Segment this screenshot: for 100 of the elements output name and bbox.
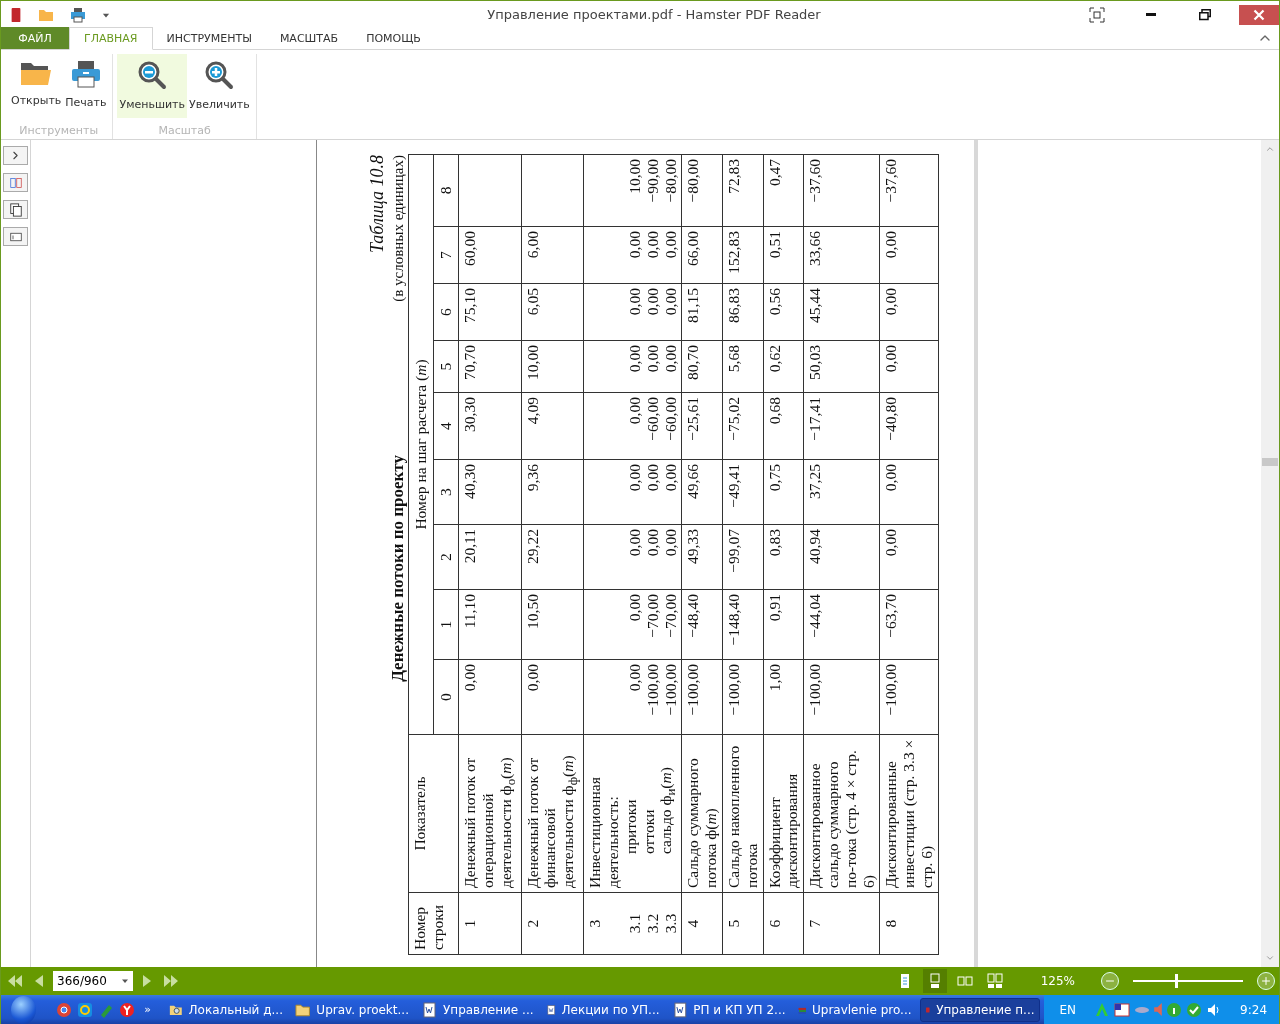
table-cell: −25,61: [681, 392, 723, 460]
close-button[interactable]: [1239, 4, 1279, 25]
more-button[interactable]: »: [144, 1003, 151, 1016]
expand-panel-button[interactable]: [3, 146, 28, 165]
ribbon-button[interactable]: Открыть: [9, 54, 64, 118]
pages-button[interactable]: [3, 200, 28, 219]
taskbar-button[interactable]: Uprav. proekt...: [290, 997, 413, 1022]
pages-icon: [7, 202, 24, 217]
ribbon-tab[interactable]: ИНСТРУМЕНТЫ: [152, 27, 266, 49]
column-header: 7: [433, 226, 459, 284]
group-label: Масштаб: [158, 124, 211, 137]
check-icon: [1186, 1001, 1203, 1018]
window-title: Управление проектами.pdf - Hamster PDF Reader: [486, 7, 822, 22]
table-cell: 0,00 0,00 0,00: [583, 226, 682, 284]
table-cell: −48,40: [681, 589, 723, 660]
table-cell: 37,25: [803, 459, 880, 525]
ribbon-button[interactable]: Уменьшить: [117, 54, 187, 118]
table-cell: 0,00: [880, 340, 939, 393]
ribbon-tab[interactable]: ГЛАВНАЯ: [69, 27, 153, 50]
column-header: Показатель: [408, 734, 459, 893]
two-page-continuous-icon: [986, 973, 1003, 989]
column-header: 0: [433, 659, 459, 735]
ribbon-tab[interactable]: МАСШТАБ: [265, 27, 353, 49]
table-cell: 10,50: [521, 589, 584, 660]
vertical-scrollbar[interactable]: [1261, 140, 1279, 967]
table-cell: 0,00 −70,00 −70,00: [583, 589, 682, 660]
thumbnails-button[interactable]: [3, 173, 28, 192]
table-cell: −49,41: [722, 459, 764, 525]
table-cell: 0,56: [763, 283, 804, 341]
table-cell: −17,41: [803, 392, 880, 460]
table-cell: 1: [458, 892, 522, 955]
table-cell: 45,44: [803, 283, 880, 341]
folder-icon: [20, 60, 53, 86]
file-menu-tab[interactable]: ФАЙЛ: [1, 27, 69, 49]
column-header: 3: [433, 459, 459, 525]
ribbon-tab[interactable]: ПОМОЩЬ: [352, 27, 435, 49]
minimize-icon: [1146, 13, 1156, 16]
table-cell: 0,68: [763, 392, 804, 460]
table-cell: 4,09: [521, 392, 584, 460]
table-cell: −44,04: [803, 589, 880, 660]
table-cell: 49,66: [681, 459, 723, 525]
scroll-down-icon[interactable]: [1265, 953, 1275, 963]
table-cell: 4: [681, 892, 723, 955]
table-cell: 0,00 0,00 0,00: [583, 340, 682, 393]
zoom-in-button[interactable]: [1257, 972, 1275, 990]
page-number-field[interactable]: 366/960: [53, 971, 133, 991]
table-cell: 40,94: [803, 524, 880, 590]
column-header: 6: [433, 283, 459, 341]
table-cell: 6,00: [521, 226, 584, 284]
flag-icon: [1114, 1001, 1131, 1018]
table-cell: 0,00: [880, 459, 939, 525]
table-cell: −80,00: [681, 154, 723, 227]
table-cell: 81,15: [681, 283, 723, 341]
scroll-up-icon[interactable]: [1265, 144, 1275, 154]
column-header: 8: [433, 154, 459, 227]
table-cell: 50,03: [803, 340, 880, 393]
restore-icon: [1199, 8, 1211, 21]
info-icon: [1166, 1001, 1183, 1018]
table-cell: 0,00: [880, 283, 939, 341]
column-header: 2: [433, 524, 459, 590]
table-cell: 0,00 0,00 0,00: [583, 459, 682, 525]
taskbar-button[interactable]: Upravlenie pro...: [793, 997, 916, 1022]
slider-thumb[interactable]: [1174, 974, 1178, 988]
column-header: Номер на шаг расчета (m): [408, 154, 434, 735]
column-header: 5: [433, 340, 459, 393]
table-cell: −100,00: [880, 659, 939, 735]
table-cell: −75,02: [722, 392, 764, 460]
table-cell: −63,70: [880, 589, 939, 660]
taskbar-button[interactable]: Управление п...: [919, 997, 1040, 1022]
ribbon-button[interactable]: Печать: [63, 54, 109, 118]
table-cell: 40,30: [458, 459, 522, 525]
view-mode-button[interactable]: [922, 969, 947, 993]
language-indicator[interactable]: EN: [1059, 1002, 1077, 1017]
taskbar-button[interactable]: Лекции по УП...: [541, 997, 664, 1022]
scroll-thumb[interactable]: [1262, 458, 1278, 466]
table-cell: 2: [521, 892, 584, 955]
start-button[interactable]: [11, 995, 37, 1024]
table-cell: 10,00: [521, 340, 584, 393]
two-page-icon: [956, 973, 973, 989]
table-cell: 66,00: [681, 226, 723, 284]
table-cell: 0,00 0,00 0,00: [583, 524, 682, 590]
speaker-icon: [1154, 1003, 1163, 1016]
zoom-percentage: 125%: [1040, 974, 1075, 988]
ribbon-button[interactable]: Увеличить: [187, 54, 252, 118]
units-note: (в условных единицах): [389, 155, 407, 302]
column-header: 1: [433, 589, 459, 660]
group-label: Инструменты: [19, 124, 99, 137]
taskbar-button[interactable]: Управление ...: [416, 997, 538, 1022]
zoom-out-button[interactable]: [1101, 972, 1119, 990]
browser-icon: [119, 1001, 136, 1018]
table-cell: −37,60: [880, 154, 939, 227]
table-cell: 11,10: [458, 589, 522, 660]
taskbar-button[interactable]: РП и КП УП 2...: [667, 997, 790, 1022]
table-cell: 0,00: [521, 659, 584, 735]
table-cell: −148,40: [722, 589, 764, 660]
book-icon: [9, 5, 23, 24]
taskbar-button[interactable]: Локальный д...: [164, 997, 287, 1022]
bookmarks-button[interactable]: [3, 227, 28, 246]
table-cell: 10,00 −90,00 −80,00: [583, 154, 682, 227]
table-cell: 0,47: [763, 154, 804, 227]
